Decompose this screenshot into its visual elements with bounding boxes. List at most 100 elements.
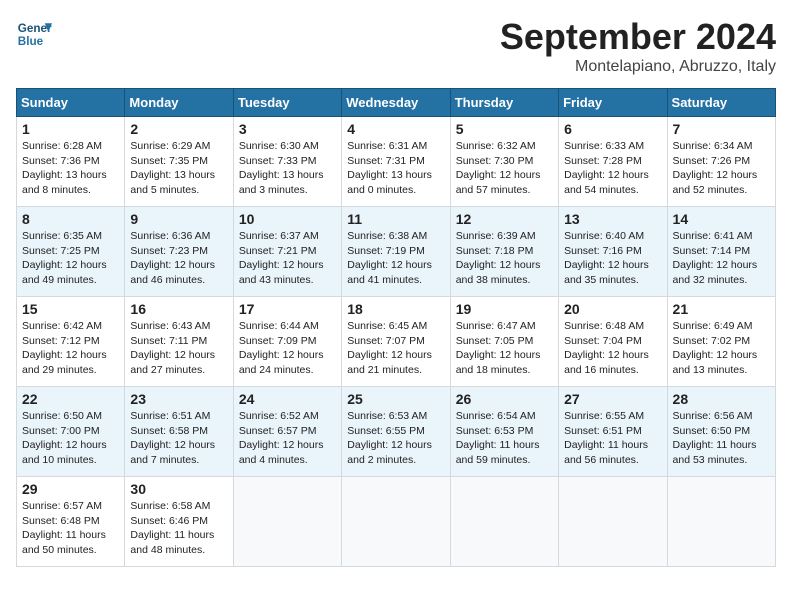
table-row: 21Sunrise: 6:49 AMSunset: 7:02 PMDayligh… <box>667 297 775 387</box>
table-row: 17 Sunrise: 6:44 AMSunset: 7:09 PMDayligh… <box>233 297 341 387</box>
table-row <box>233 477 341 567</box>
day-number: 29 <box>22 481 119 497</box>
logo-icon: General Blue <box>16 16 52 52</box>
day-info: Sunrise: 6:47 AMSunset: 7:05 PMDaylight:… <box>456 319 553 378</box>
table-row: 28Sunrise: 6:56 AMSunset: 6:50 PMDayligh… <box>667 387 775 477</box>
calendar-week-row: 8 Sunrise: 6:35 AMSunset: 7:25 PMDaylight… <box>17 207 776 297</box>
table-row: 3 Sunrise: 6:30 AMSunset: 7:33 PMDaylight… <box>233 117 341 207</box>
day-number: 28 <box>673 391 770 407</box>
day-number: 25 <box>347 391 444 407</box>
day-info: Sunrise: 6:50 AMSunset: 7:00 PMDaylight:… <box>22 409 119 468</box>
day-info: Sunrise: 6:30 AMSunset: 7:33 PMDaylight:… <box>239 139 336 198</box>
table-row: 30 Sunrise: 6:58 AMSunset: 6:46 PMDayligh… <box>125 477 233 567</box>
svg-text:Blue: Blue <box>18 35 44 48</box>
day-info: Sunrise: 6:45 AMSunset: 7:07 PMDaylight:… <box>347 319 444 378</box>
table-row: 14Sunrise: 6:41 AMSunset: 7:14 PMDayligh… <box>667 207 775 297</box>
day-info: Sunrise: 6:43 AMSunset: 7:11 PMDaylight:… <box>130 319 227 378</box>
day-number: 12 <box>456 211 553 227</box>
day-info: Sunrise: 6:32 AMSunset: 7:30 PMDaylight:… <box>456 139 553 198</box>
day-info: Sunrise: 6:39 AMSunset: 7:18 PMDaylight:… <box>456 229 553 288</box>
month-year-title: September 2024 <box>500 16 776 58</box>
col-saturday: Saturday <box>667 89 775 117</box>
col-wednesday: Wednesday <box>342 89 450 117</box>
day-info: Sunrise: 6:51 AMSunset: 6:58 PMDaylight:… <box>130 409 227 468</box>
table-row: 13Sunrise: 6:40 AMSunset: 7:16 PMDayligh… <box>559 207 667 297</box>
table-row: 24 Sunrise: 6:52 AMSunset: 6:57 PMDayligh… <box>233 387 341 477</box>
col-thursday: Thursday <box>450 89 558 117</box>
day-info: Sunrise: 6:35 AMSunset: 7:25 PMDaylight:… <box>22 229 119 288</box>
table-row: 1 Sunrise: 6:28 AMSunset: 7:36 PMDaylight… <box>17 117 125 207</box>
table-row: 20 Sunrise: 6:48 AMSunset: 7:04 PMDayligh… <box>559 297 667 387</box>
day-info: Sunrise: 6:55 AMSunset: 6:51 PMDaylight:… <box>564 409 661 468</box>
table-row: 6Sunrise: 6:33 AMSunset: 7:28 PMDaylight… <box>559 117 667 207</box>
day-number: 1 <box>22 121 119 137</box>
day-info: Sunrise: 6:49 AMSunset: 7:02 PMDaylight:… <box>673 319 770 378</box>
table-row: 2Sunrise: 6:29 AMSunset: 7:35 PMDaylight… <box>125 117 233 207</box>
calendar-week-row: 22 Sunrise: 6:50 AMSunset: 7:00 PMDayligh… <box>17 387 776 477</box>
day-number: 9 <box>130 211 227 227</box>
table-row: 27 Sunrise: 6:55 AMSunset: 6:51 PMDayligh… <box>559 387 667 477</box>
table-row: 29 Sunrise: 6:57 AMSunset: 6:48 PMDayligh… <box>17 477 125 567</box>
day-info: Sunrise: 6:38 AMSunset: 7:19 PMDaylight:… <box>347 229 444 288</box>
table-row: 22 Sunrise: 6:50 AMSunset: 7:00 PMDayligh… <box>17 387 125 477</box>
table-row: 19 Sunrise: 6:47 AMSunset: 7:05 PMDayligh… <box>450 297 558 387</box>
day-number: 7 <box>673 121 770 137</box>
calendar-week-row: 29 Sunrise: 6:57 AMSunset: 6:48 PMDayligh… <box>17 477 776 567</box>
table-row <box>559 477 667 567</box>
day-info: Sunrise: 6:33 AMSunset: 7:28 PMDaylight:… <box>564 139 661 198</box>
table-row: 15Sunrise: 6:42 AMSunset: 7:12 PMDayligh… <box>17 297 125 387</box>
table-row <box>342 477 450 567</box>
day-info: Sunrise: 6:29 AMSunset: 7:35 PMDaylight:… <box>130 139 227 198</box>
day-number: 13 <box>564 211 661 227</box>
day-number: 19 <box>456 301 553 317</box>
day-info: Sunrise: 6:41 AMSunset: 7:14 PMDaylight:… <box>673 229 770 288</box>
day-number: 30 <box>130 481 227 497</box>
day-info: Sunrise: 6:36 AMSunset: 7:23 PMDaylight:… <box>130 229 227 288</box>
day-number: 24 <box>239 391 336 407</box>
table-row: 7 Sunrise: 6:34 AMSunset: 7:26 PMDaylight… <box>667 117 775 207</box>
col-tuesday: Tuesday <box>233 89 341 117</box>
day-number: 18 <box>347 301 444 317</box>
table-row <box>450 477 558 567</box>
table-row: 9 Sunrise: 6:36 AMSunset: 7:23 PMDaylight… <box>125 207 233 297</box>
logo: General Blue <box>16 16 52 52</box>
table-row: 11 Sunrise: 6:38 AMSunset: 7:19 PMDayligh… <box>342 207 450 297</box>
table-row: 5Sunrise: 6:32 AMSunset: 7:30 PMDaylight… <box>450 117 558 207</box>
day-number: 11 <box>347 211 444 227</box>
day-number: 8 <box>22 211 119 227</box>
day-number: 15 <box>22 301 119 317</box>
day-number: 17 <box>239 301 336 317</box>
table-row: 8 Sunrise: 6:35 AMSunset: 7:25 PMDaylight… <box>17 207 125 297</box>
day-info: Sunrise: 6:34 AMSunset: 7:26 PMDaylight:… <box>673 139 770 198</box>
day-number: 23 <box>130 391 227 407</box>
day-info: Sunrise: 6:58 AMSunset: 6:46 PMDaylight:… <box>130 499 227 558</box>
table-row: 16Sunrise: 6:43 AMSunset: 7:11 PMDayligh… <box>125 297 233 387</box>
table-row: 26 Sunrise: 6:54 AMSunset: 6:53 PMDayligh… <box>450 387 558 477</box>
table-row: 25Sunrise: 6:53 AMSunset: 6:55 PMDayligh… <box>342 387 450 477</box>
day-info: Sunrise: 6:37 AMSunset: 7:21 PMDaylight:… <box>239 229 336 288</box>
day-info: Sunrise: 6:57 AMSunset: 6:48 PMDaylight:… <box>22 499 119 558</box>
day-number: 4 <box>347 121 444 137</box>
col-sunday: Sunday <box>17 89 125 117</box>
day-info: Sunrise: 6:44 AMSunset: 7:09 PMDaylight:… <box>239 319 336 378</box>
day-info: Sunrise: 6:52 AMSunset: 6:57 PMDaylight:… <box>239 409 336 468</box>
calendar-week-row: 1 Sunrise: 6:28 AMSunset: 7:36 PMDaylight… <box>17 117 776 207</box>
table-row: 10 Sunrise: 6:37 AMSunset: 7:21 PMDayligh… <box>233 207 341 297</box>
day-info: Sunrise: 6:28 AMSunset: 7:36 PMDaylight:… <box>22 139 119 198</box>
day-number: 10 <box>239 211 336 227</box>
day-number: 20 <box>564 301 661 317</box>
day-info: Sunrise: 6:54 AMSunset: 6:53 PMDaylight:… <box>456 409 553 468</box>
title-block: September 2024 Montelapiano, Abruzzo, It… <box>500 16 776 76</box>
page-header: General Blue September 2024 Montelapiano… <box>16 16 776 76</box>
col-monday: Monday <box>125 89 233 117</box>
table-row: 4 Sunrise: 6:31 AMSunset: 7:31 PMDaylight… <box>342 117 450 207</box>
day-number: 3 <box>239 121 336 137</box>
day-number: 26 <box>456 391 553 407</box>
table-row: 23 Sunrise: 6:51 AMSunset: 6:58 PMDayligh… <box>125 387 233 477</box>
day-number: 22 <box>22 391 119 407</box>
day-number: 27 <box>564 391 661 407</box>
calendar-table: Sunday Monday Tuesday Wednesday Thursday… <box>16 88 776 567</box>
table-row: 18 Sunrise: 6:45 AMSunset: 7:07 PMDayligh… <box>342 297 450 387</box>
day-info: Sunrise: 6:31 AMSunset: 7:31 PMDaylight:… <box>347 139 444 198</box>
day-info: Sunrise: 6:48 AMSunset: 7:04 PMDaylight:… <box>564 319 661 378</box>
